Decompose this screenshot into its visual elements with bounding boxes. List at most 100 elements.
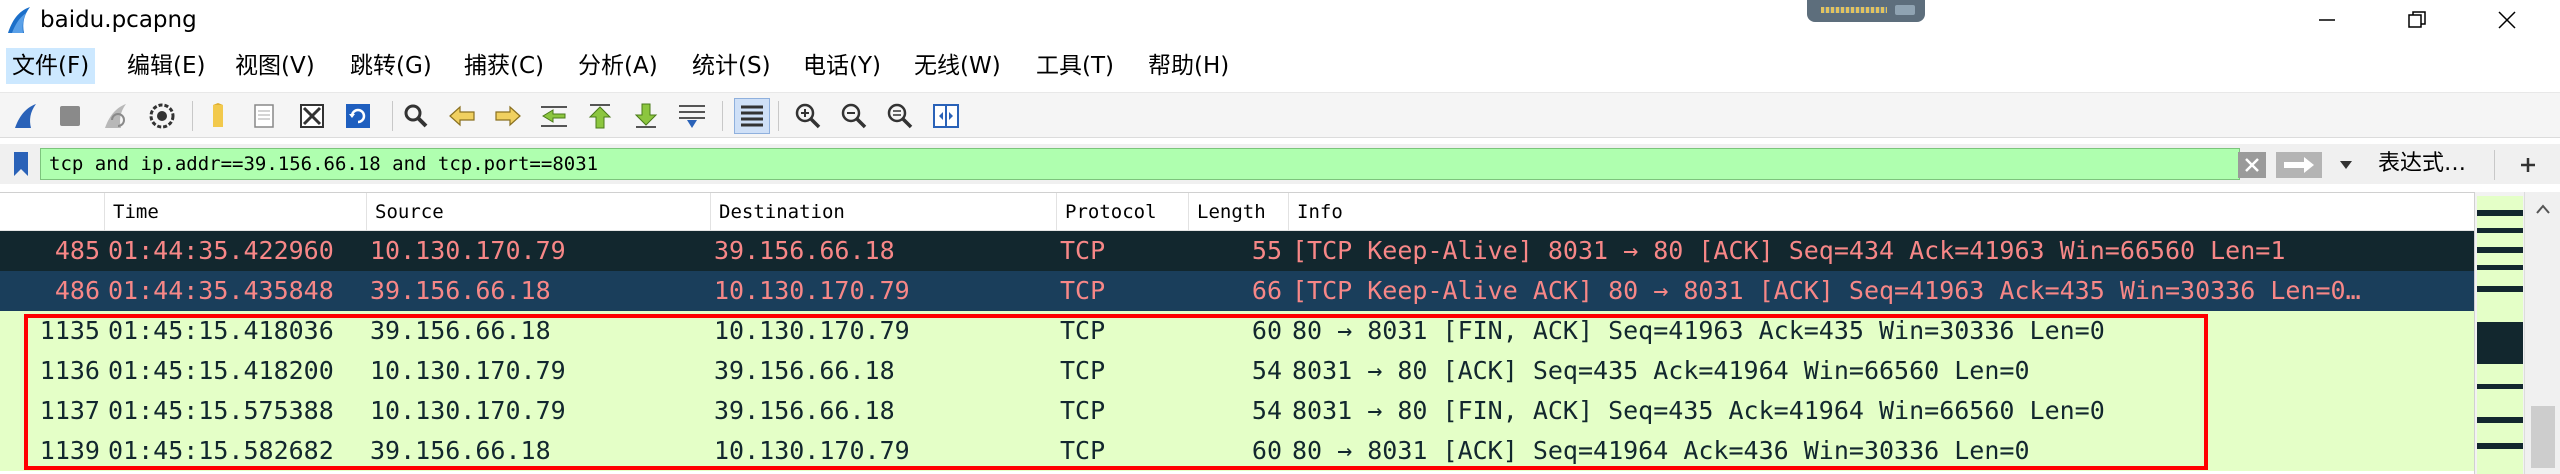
restart-capture-button[interactable] xyxy=(98,98,134,134)
display-filter-input[interactable]: tcp and ip.addr==39.156.66.18 and tcp.po… xyxy=(40,148,2240,180)
filter-divider xyxy=(2494,150,2495,180)
column-header-no[interactable] xyxy=(0,193,104,231)
save-file-button[interactable] xyxy=(246,98,282,134)
go-back-button[interactable] xyxy=(444,98,480,134)
go-to-packet-button[interactable] xyxy=(536,98,572,134)
packet-row[interactable]: 1135 01:45:15.418036 39.156.66.18 10.130.17… xyxy=(0,311,2474,351)
arrow-right-icon xyxy=(2284,157,2314,173)
go-forward-icon xyxy=(495,105,521,127)
plus-icon xyxy=(2521,158,2535,172)
toolbar-separator xyxy=(192,101,193,131)
packet-row[interactable]: 1137 01:45:15.575388 10.130.170.79 39.156.6… xyxy=(0,391,2474,431)
go-back-icon xyxy=(449,105,475,127)
close-button[interactable] xyxy=(2462,0,2552,40)
packet-cell-length: 60 xyxy=(1251,436,1282,465)
packet-cell-protocol: TCP xyxy=(1060,316,1106,345)
menu-statistics[interactable]: 统计(S) xyxy=(686,48,777,84)
packet-cell-source: 10.130.170.79 xyxy=(370,396,566,425)
menu-wireless[interactable]: 无线(W) xyxy=(908,48,1007,84)
packet-cell-time: 01:44:35.435848 xyxy=(108,276,334,305)
auto-scroll-button[interactable] xyxy=(674,98,710,134)
main-toolbar xyxy=(0,92,2560,138)
vertical-scrollbar[interactable] xyxy=(2524,192,2560,474)
packet-minimap[interactable] xyxy=(2474,192,2524,474)
column-header-length[interactable]: Length xyxy=(1188,193,1288,231)
reload-file-button[interactable] xyxy=(340,98,376,134)
packet-cell-length: 66 xyxy=(1251,276,1282,305)
add-filter-button[interactable] xyxy=(2510,149,2546,181)
zoom-out-button[interactable] xyxy=(836,98,872,134)
packet-row[interactable]: 486 01:44:35.435848 39.156.66.18 10.130.170… xyxy=(0,271,2474,311)
packet-cell-length: 54 xyxy=(1251,396,1282,425)
go-forward-button[interactable] xyxy=(490,98,526,134)
packet-row[interactable]: 485 01:44:35.422960 10.130.170.79 39.156.66… xyxy=(0,231,2474,271)
start-capture-button[interactable] xyxy=(8,98,44,134)
filter-history-dropdown[interactable] xyxy=(2330,150,2362,180)
resize-columns-button[interactable] xyxy=(928,98,964,134)
packet-cell-time: 01:45:15.418036 xyxy=(108,316,334,345)
zoom-in-button[interactable] xyxy=(790,98,826,134)
go-first-button[interactable] xyxy=(582,98,618,134)
tray-indicator xyxy=(1895,5,1915,15)
restore-button[interactable] xyxy=(2372,0,2462,40)
packet-cell-destination: 10.130.170.79 xyxy=(714,436,910,465)
packet-cell-no: 1136 xyxy=(39,356,100,385)
scroll-up-button[interactable] xyxy=(2525,194,2560,224)
packet-cell-no: 485 xyxy=(54,236,100,265)
minimap-band xyxy=(2477,253,2523,265)
column-header-destination[interactable]: Destination xyxy=(710,193,1056,231)
packet-cell-info: 80 → 8031 [FIN, ACK] Seq=41963 Ack=435 W… xyxy=(1292,316,2105,345)
filter-apply-button[interactable] xyxy=(2276,152,2322,178)
column-header-protocol[interactable]: Protocol xyxy=(1056,193,1188,231)
menu-analyze[interactable]: 分析(A) xyxy=(572,48,664,84)
go-last-button[interactable] xyxy=(628,98,664,134)
open-file-button[interactable] xyxy=(200,98,236,134)
scroll-thumb[interactable] xyxy=(2531,406,2555,468)
menu-help[interactable]: 帮助(H) xyxy=(1142,48,1235,84)
wireshark-fin-icon xyxy=(8,7,30,33)
close-file-button[interactable] xyxy=(294,98,330,134)
find-packet-button[interactable] xyxy=(398,98,434,134)
minimap-band xyxy=(2477,322,2523,364)
resize-columns-icon xyxy=(933,104,959,128)
colorize-button[interactable] xyxy=(734,98,770,134)
packet-cell-no: 1135 xyxy=(39,316,100,345)
zoom-out-icon xyxy=(841,103,867,129)
menu-capture[interactable]: 捕获(C) xyxy=(458,48,550,84)
filter-bookmark-button[interactable] xyxy=(6,149,36,179)
packet-cell-source: 39.156.66.18 xyxy=(370,276,551,305)
packet-cell-source: 10.130.170.79 xyxy=(370,356,566,385)
tray-progress-strip xyxy=(1821,7,1887,13)
menu-telephony[interactable]: 电话(Y) xyxy=(797,48,887,84)
minimap-band xyxy=(2477,196,2523,210)
menu-go[interactable]: 跳转(G) xyxy=(344,48,438,84)
capture-options-button[interactable] xyxy=(144,98,180,134)
window-title: baidu.pcapng xyxy=(40,7,197,33)
packet-list: Time Source Destination Protocol Length … xyxy=(0,192,2474,474)
go-to-packet-icon xyxy=(541,106,567,127)
packet-list-header: Time Source Destination Protocol Length … xyxy=(0,193,2474,231)
packet-row[interactable]: 1136 01:45:15.418200 10.130.170.79 39.156.6… xyxy=(0,351,2474,391)
menu-edit[interactable]: 编辑(E) xyxy=(121,48,211,84)
start-capture-icon xyxy=(15,104,36,128)
minimize-button[interactable] xyxy=(2282,0,2372,40)
menu-view[interactable]: 视图(V) xyxy=(229,48,321,84)
stop-capture-button[interactable] xyxy=(52,98,88,134)
menu-file[interactable]: 文件(F) xyxy=(6,48,96,84)
column-header-source[interactable]: Source xyxy=(366,193,710,231)
filter-expression-button[interactable]: 表达式… xyxy=(2378,148,2466,180)
menu-tools[interactable]: 工具(T) xyxy=(1030,48,1120,84)
column-header-info[interactable]: Info xyxy=(1288,193,2474,231)
toolbar-separator xyxy=(392,101,393,131)
column-header-time[interactable]: Time xyxy=(104,193,366,231)
filter-clear-button[interactable] xyxy=(2238,152,2266,178)
packet-cell-destination: 39.156.66.18 xyxy=(714,236,895,265)
packet-cell-time: 01:45:15.575388 xyxy=(108,396,334,425)
packet-row[interactable]: 1139 01:45:15.582682 39.156.66.18 10.130.17… xyxy=(0,431,2474,471)
packet-cell-info: 80 → 8031 [ACK] Seq=41964 Ack=436 Win=30… xyxy=(1292,436,2030,465)
minimize-icon xyxy=(2319,19,2335,21)
zoom-reset-button[interactable] xyxy=(882,98,918,134)
packet-cell-protocol: TCP xyxy=(1060,436,1106,465)
toolbar-separator xyxy=(778,101,779,131)
packet-cell-info: 8031 → 80 [ACK] Seq=435 Ack=41964 Win=66… xyxy=(1292,356,2030,385)
